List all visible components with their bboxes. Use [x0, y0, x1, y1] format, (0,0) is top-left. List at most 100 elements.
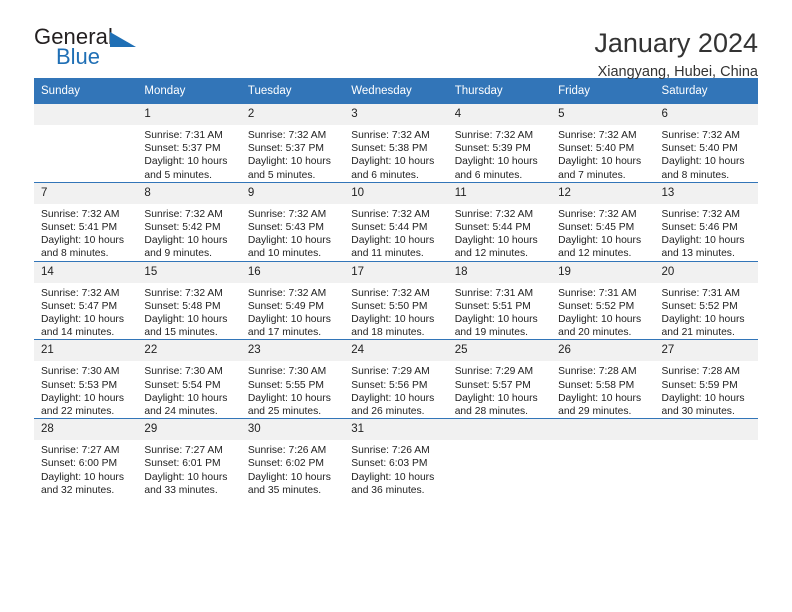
day-number: 8 [137, 182, 241, 204]
calendar-day-cell[interactable]: 22 Sunrise: 7:30 AM Sunset: 5:54 PM Dayligh… [137, 339, 241, 419]
day-cell-inner: 24 Sunrise: 7:29 AM Sunset: 5:56 PM Dayligh… [344, 340, 448, 418]
day-detail-daylight-line2: and 33 minutes. [144, 484, 218, 496]
calendar-day-cell[interactable]: 4 Sunrise: 7:32 AM Sunset: 5:39 PM Daylight… [447, 103, 552, 183]
day-cell-inner [654, 419, 758, 497]
day-detail-sunset: Sunset: 5:39 PM [454, 143, 531, 155]
day-detail-daylight-line1: Daylight: 10 hours [41, 392, 124, 404]
day-detail-sunset: Sunset: 5:40 PM [558, 143, 635, 155]
day-cell-inner: 8 Sunrise: 7:32 AM Sunset: 5:42 PM Daylight… [137, 182, 241, 261]
day-detail-daylight-line1: Daylight: 10 hours [558, 314, 642, 326]
logo-text-blue: Blue [56, 44, 101, 69]
calendar-day-cell[interactable]: 2 Sunrise: 7:32 AM Sunset: 5:37 PM Daylight… [240, 103, 345, 183]
day-number: 15 [137, 261, 241, 283]
calendar-day-cell[interactable]: 19 Sunrise: 7:31 AM Sunset: 5:52 PM Dayligh… [551, 260, 655, 340]
day-detail-daylight-line2: and 9 minutes. [144, 248, 212, 260]
title-block: January 2024 Xiangyang, Hubei, China [594, 26, 758, 81]
day-detail-sunrise: Sunrise: 7:32 AM [351, 208, 430, 220]
day-detail-sunset: Sunset: 5:42 PM [144, 222, 221, 234]
calendar-day-cell[interactable]: 17 Sunrise: 7:32 AM Sunset: 5:50 PM Dayligh… [344, 260, 448, 340]
day-number: 25 [447, 340, 552, 362]
weekday-header-tuesday: Tuesday [240, 78, 345, 104]
day-number: 14 [34, 261, 138, 283]
day-detail-sunset: Sunset: 5:53 PM [41, 379, 118, 391]
day-detail-daylight-line2: and 29 minutes. [558, 406, 632, 418]
day-detail-sunrise: Sunrise: 7:32 AM [454, 130, 534, 141]
day-number: 16 [240, 261, 345, 283]
day-cell-inner: 23 Sunrise: 7:30 AM Sunset: 5:55 PM Dayligh… [240, 340, 345, 418]
calendar-day-cell[interactable]: 3 Sunrise: 7:32 AM Sunset: 5:38 PM Daylight… [344, 103, 448, 183]
day-number: 19 [551, 261, 655, 283]
day-detail-sunset: Sunset: 5:51 PM [454, 300, 531, 312]
day-detail-daylight-line1: Daylight: 10 hours [351, 471, 435, 483]
calendar-day-cell[interactable]: 31 Sunrise: 7:26 AM Sunset: 6:03 PM Dayligh… [344, 418, 448, 498]
calendar-day-cell[interactable]: 16 Sunrise: 7:32 AM Sunset: 5:49 PM Dayligh… [240, 260, 345, 340]
calendar-day-cell[interactable]: 7 Sunrise: 7:32 AM Sunset: 5:41 PM Daylight… [34, 181, 138, 262]
day-detail-sunset: Sunset: 5:44 PM [454, 222, 531, 234]
general-blue-logo[interactable]: General Blue [34, 26, 144, 72]
calendar-table: Sunday Monday Tuesday Wednesday Thursday… [34, 78, 758, 498]
calendar-body: 1 Sunrise: 7:31 AM Sunset: 5:37 PM Daylight… [34, 103, 758, 498]
day-cell-inner: 27 Sunrise: 7:28 AM Sunset: 5:59 PM Dayligh… [654, 340, 758, 418]
day-detail-sunset: Sunset: 5:40 PM [661, 143, 738, 155]
day-detail-sunrise: Sunrise: 7:32 AM [351, 287, 430, 299]
day-detail-sunrise: Sunrise: 7:32 AM [661, 130, 740, 141]
day-cell-inner: 18 Sunrise: 7:31 AM Sunset: 5:51 PM Dayligh… [447, 261, 552, 340]
calendar-day-cell[interactable]: 15 Sunrise: 7:32 AM Sunset: 5:48 PM Dayligh… [137, 260, 241, 340]
day-detail-daylight-line2: and 12 minutes. [558, 248, 632, 260]
day-cell-inner: 15 Sunrise: 7:32 AM Sunset: 5:48 PM Dayligh… [137, 261, 241, 340]
calendar-day-cell[interactable]: 27 Sunrise: 7:28 AM Sunset: 5:59 PM Dayligh… [654, 339, 758, 419]
calendar-day-cell[interactable]: 21 Sunrise: 7:30 AM Sunset: 5:53 PM Dayligh… [34, 339, 138, 419]
weekday-header-monday: Monday [137, 78, 241, 104]
day-detail-sunrise: Sunrise: 7:27 AM [144, 445, 223, 457]
calendar-empty-cell [34, 103, 138, 183]
day-details: Sunrise: 7:27 AM Sunset: 6:00 PM Daylight:… [34, 440, 137, 497]
day-detail-sunset: Sunset: 5:52 PM [558, 300, 635, 312]
day-number: 12 [551, 182, 655, 204]
calendar-day-cell[interactable]: 20 Sunrise: 7:31 AM Sunset: 5:52 PM Dayligh… [654, 260, 758, 340]
day-details: Sunrise: 7:32 AM Sunset: 5:47 PM Daylight:… [34, 283, 137, 340]
day-detail-daylight-line1: Daylight: 10 hours [454, 314, 538, 326]
day-detail-daylight-line1: Daylight: 10 hours [454, 156, 538, 168]
day-details: Sunrise: 7:32 AM Sunset: 5:46 PM Daylight:… [655, 204, 758, 261]
day-detail-sunrise: Sunrise: 7:31 AM [454, 287, 534, 299]
day-number [551, 419, 655, 441]
day-number: 20 [654, 261, 758, 283]
calendar-day-cell[interactable]: 5 Sunrise: 7:32 AM Sunset: 5:40 PM Daylight… [551, 103, 655, 183]
calendar-day-cell[interactable]: 14 Sunrise: 7:32 AM Sunset: 5:47 PM Dayligh… [34, 260, 138, 340]
day-detail-daylight-line1: Daylight: 10 hours [661, 392, 745, 404]
day-detail-sunset: Sunset: 6:03 PM [351, 458, 428, 470]
calendar-day-cell[interactable]: 13 Sunrise: 7:32 AM Sunset: 5:46 PM Dayligh… [654, 181, 758, 262]
day-cell-inner: 17 Sunrise: 7:32 AM Sunset: 5:50 PM Dayligh… [344, 261, 448, 340]
day-cell-inner: 14 Sunrise: 7:32 AM Sunset: 5:47 PM Dayligh… [34, 261, 138, 340]
calendar-day-cell[interactable]: 26 Sunrise: 7:28 AM Sunset: 5:58 PM Dayligh… [551, 339, 655, 419]
day-detail-daylight-line2: and 20 minutes. [558, 327, 632, 339]
calendar-day-cell[interactable]: 1 Sunrise: 7:31 AM Sunset: 5:37 PM Daylight… [137, 103, 241, 183]
weekday-header-thursday: Thursday [447, 78, 552, 104]
day-number: 26 [551, 340, 655, 362]
calendar-day-cell[interactable]: 18 Sunrise: 7:31 AM Sunset: 5:51 PM Dayligh… [447, 260, 552, 340]
calendar-day-cell[interactable]: 24 Sunrise: 7:29 AM Sunset: 5:56 PM Dayligh… [344, 339, 448, 419]
calendar-day-cell[interactable]: 12 Sunrise: 7:32 AM Sunset: 5:45 PM Dayligh… [551, 181, 655, 262]
day-number: 21 [34, 340, 138, 362]
day-detail-daylight-line2: and 18 minutes. [351, 327, 425, 339]
calendar-day-cell[interactable]: 23 Sunrise: 7:30 AM Sunset: 5:55 PM Dayligh… [240, 339, 345, 419]
day-cell-inner [551, 419, 655, 497]
calendar-day-cell[interactable]: 9 Sunrise: 7:32 AM Sunset: 5:43 PM Daylight… [240, 181, 345, 262]
calendar-day-cell[interactable]: 11 Sunrise: 7:32 AM Sunset: 5:44 PM Dayligh… [447, 181, 552, 262]
calendar-day-cell[interactable]: 25 Sunrise: 7:29 AM Sunset: 5:57 PM Dayligh… [447, 339, 552, 419]
day-number [447, 419, 552, 441]
calendar-day-cell[interactable]: 30 Sunrise: 7:26 AM Sunset: 6:02 PM Dayligh… [240, 418, 345, 498]
calendar-empty-cell [447, 418, 552, 498]
day-detail-daylight-line1: Daylight: 10 hours [558, 392, 642, 404]
calendar-day-cell[interactable]: 10 Sunrise: 7:32 AM Sunset: 5:44 PM Dayligh… [344, 181, 448, 262]
calendar-empty-cell [551, 418, 655, 498]
day-number: 5 [551, 104, 655, 125]
calendar-day-cell[interactable]: 28 Sunrise: 7:27 AM Sunset: 6:00 PM Dayligh… [34, 418, 138, 498]
day-details: Sunrise: 7:32 AM Sunset: 5:45 PM Daylight:… [551, 204, 654, 261]
day-detail-sunset: Sunset: 5:37 PM [144, 143, 221, 155]
calendar-day-cell[interactable]: 29 Sunrise: 7:27 AM Sunset: 6:01 PM Dayligh… [137, 418, 241, 498]
calendar-day-cell[interactable]: 8 Sunrise: 7:32 AM Sunset: 5:42 PM Daylight… [137, 181, 241, 262]
day-detail-sunrise: Sunrise: 7:32 AM [41, 208, 120, 220]
calendar-day-cell[interactable]: 6 Sunrise: 7:32 AM Sunset: 5:40 PM Daylight… [654, 103, 758, 183]
day-details: Sunrise: 7:32 AM Sunset: 5:40 PM Daylight:… [551, 125, 654, 182]
